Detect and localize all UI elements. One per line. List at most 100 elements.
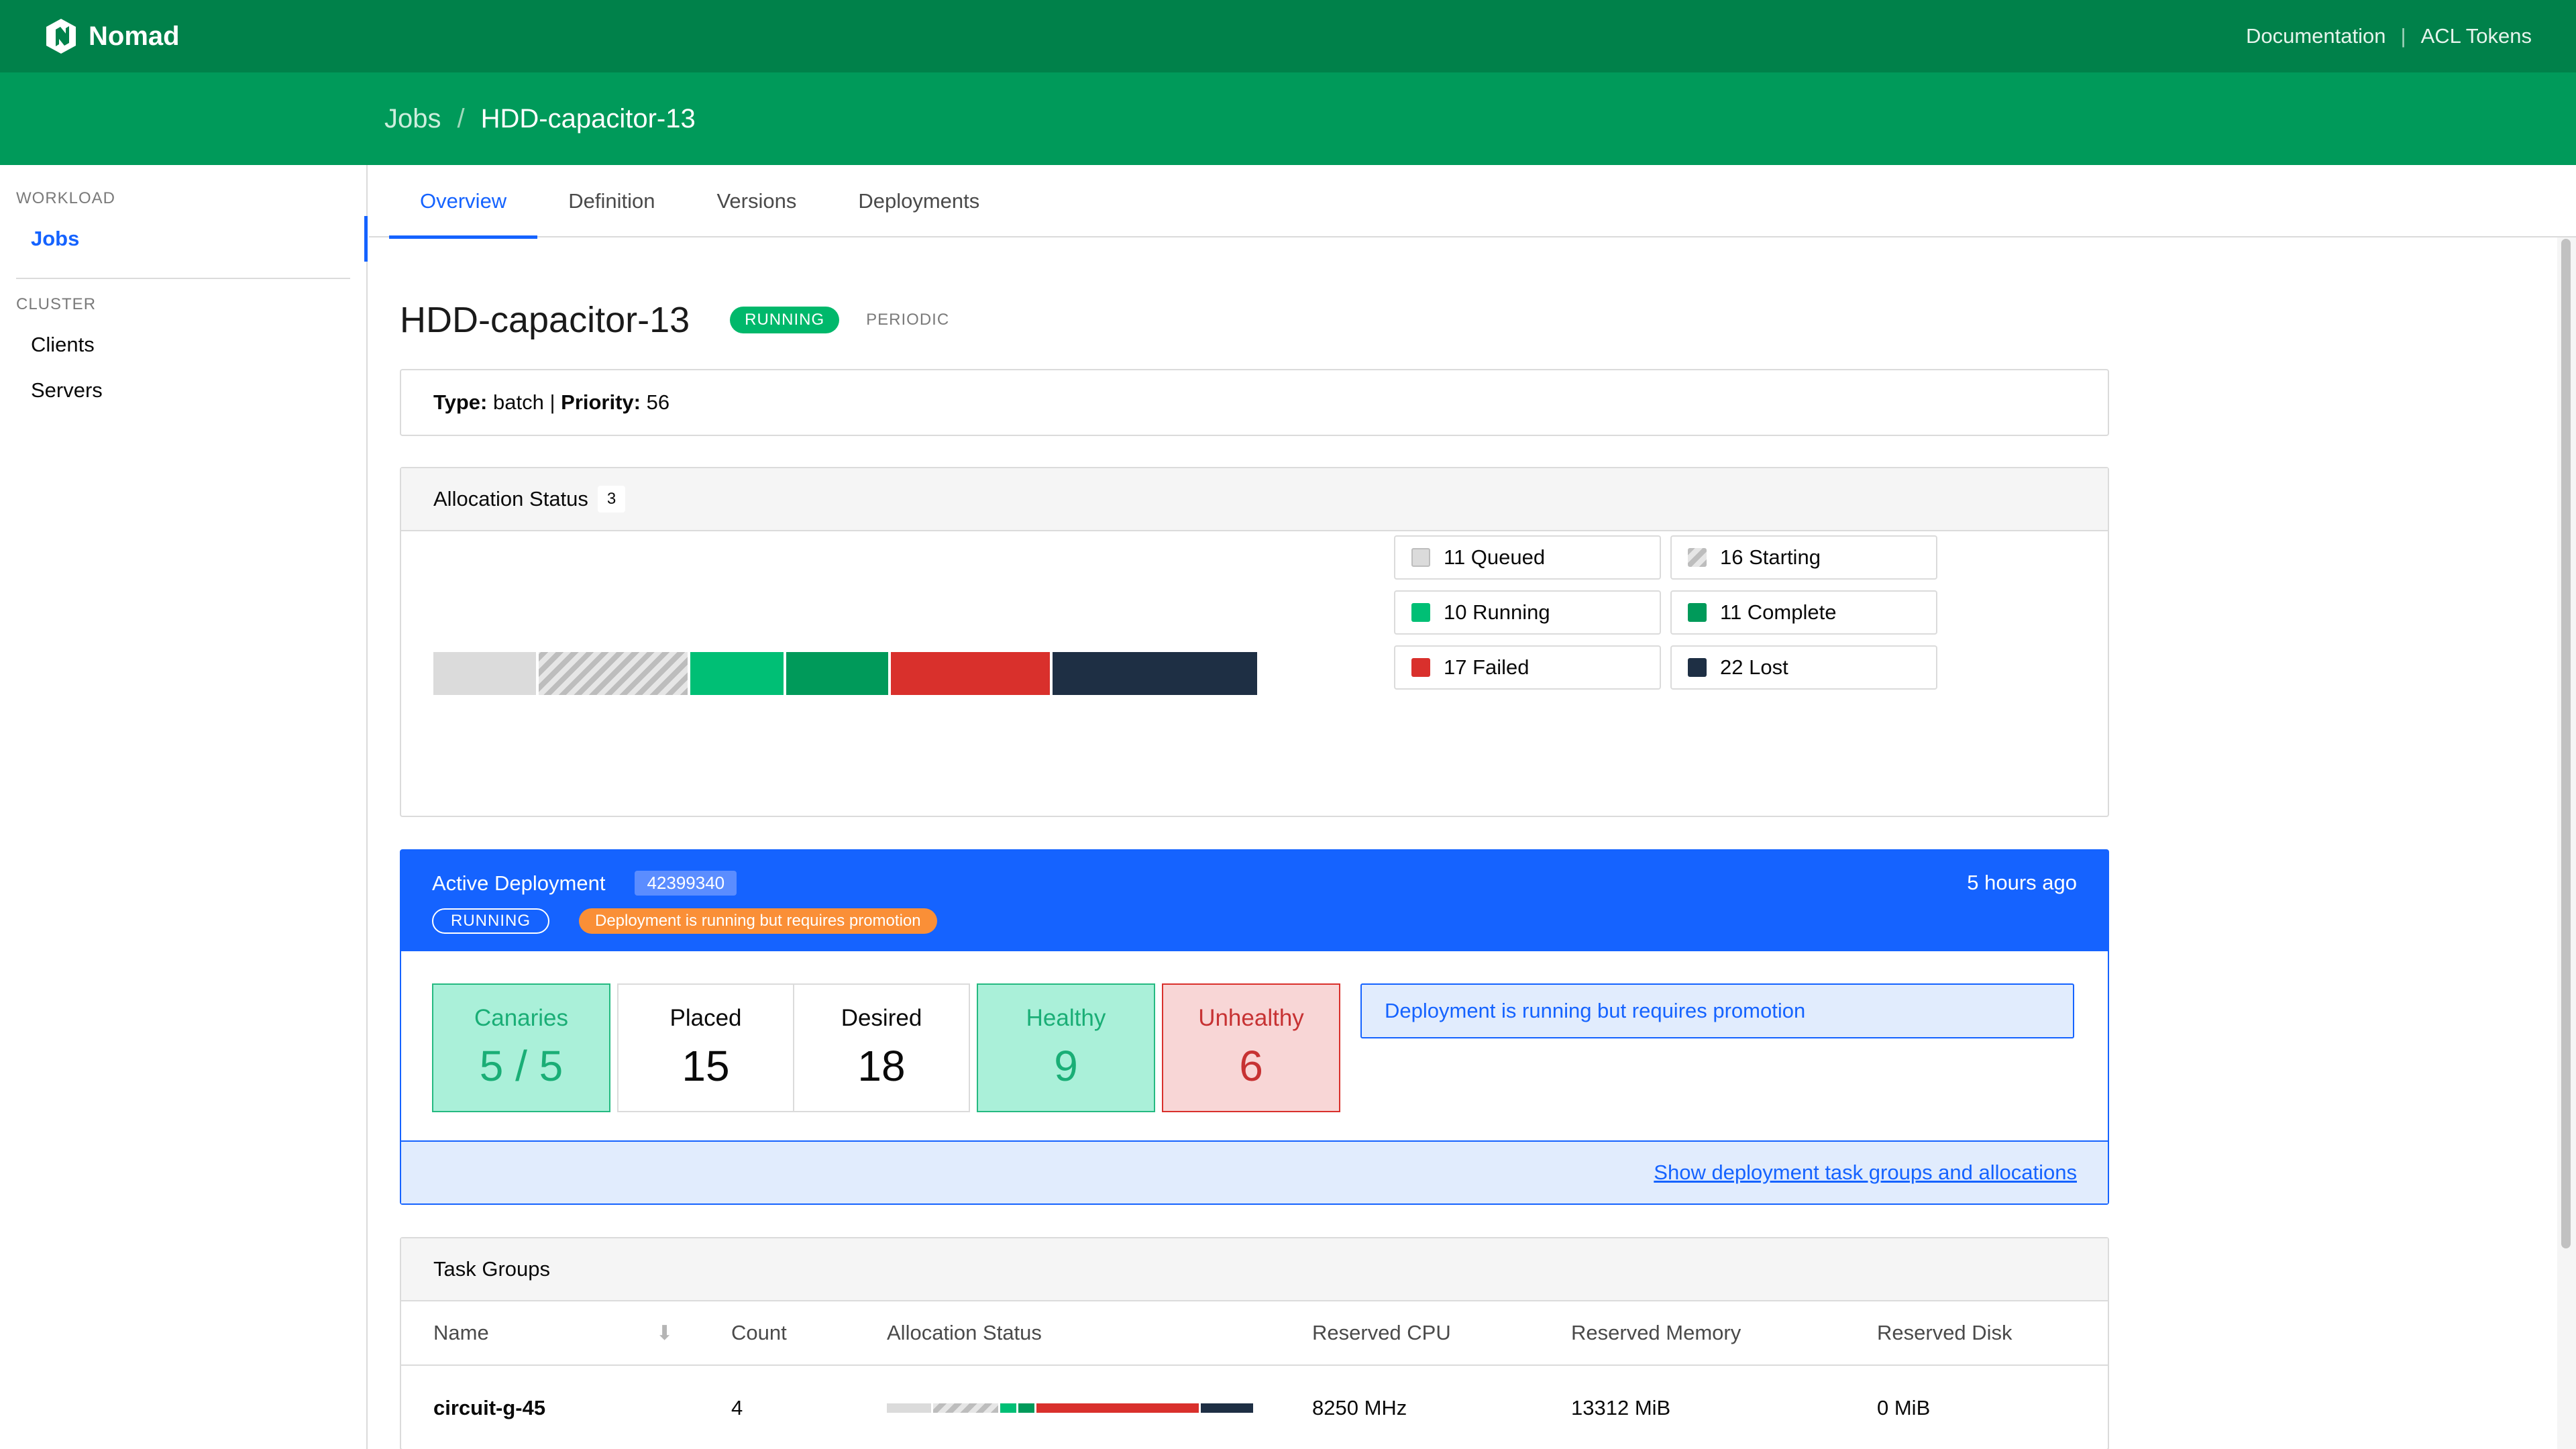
legend-queued[interactable]: 11 Queued <box>1394 535 1661 580</box>
legend-lost-label: 22 Lost <box>1720 655 1788 679</box>
column-name[interactable]: Name <box>433 1301 489 1364</box>
tab-overview[interactable]: Overview <box>389 165 538 239</box>
stat-unhealthy: Unhealthy 6 <box>1162 983 1340 1112</box>
legend-running-label: 10 Running <box>1444 600 1550 624</box>
stat-unhealthy-label: Unhealthy <box>1198 1005 1304 1031</box>
starting-swatch-icon <box>1688 548 1707 567</box>
legend-queued-label: 11 Queued <box>1444 545 1546 569</box>
column-reserved-cpu[interactable]: Reserved CPU <box>1312 1301 1451 1364</box>
allocation-status-panel: Allocation Status 3 11 Queued 16 Startin… <box>400 467 2109 817</box>
sort-arrow-down-icon[interactable]: ⬇ <box>656 1301 673 1364</box>
bar-segment-complete[interactable] <box>1018 1403 1035 1413</box>
task-group-count: 4 <box>731 1396 743 1419</box>
deployment-stats: Canaries 5 / 5 Placed 15 Desired 18 Heal… <box>432 983 1340 1112</box>
documentation-link[interactable]: Documentation <box>2246 24 2386 48</box>
task-groups-header: Task Groups <box>401 1238 2108 1301</box>
allocation-status-title: Allocation Status <box>433 487 588 511</box>
show-deployment-details-link[interactable]: Show deployment task groups and allocati… <box>1654 1161 2077 1185</box>
task-group-disk: 0 MiB <box>1877 1396 1931 1419</box>
stat-desired: Desired 18 <box>793 983 970 1112</box>
table-row[interactable]: circuit-g-45 4 8250 MHz 13312 MiB 0 MiB <box>401 1366 2108 1449</box>
bar-segment-starting[interactable] <box>933 1403 998 1413</box>
tab-definition[interactable]: Definition <box>537 165 686 237</box>
job-title-row: HDD-capacitor-13 RUNNING PERIODIC <box>400 299 949 341</box>
deployment-id-badge[interactable]: 42399340 <box>635 871 737 896</box>
active-deployment-panel: Active Deployment 42399340 5 hours ago R… <box>400 849 2109 1205</box>
deployment-title: Active Deployment <box>432 871 606 895</box>
queued-swatch-icon <box>1411 548 1430 567</box>
type-value: batch <box>493 390 544 414</box>
bar-segment-failed[interactable] <box>1036 1403 1199 1413</box>
page-title: HDD-capacitor-13 <box>400 300 690 340</box>
legend-starting-label: 16 Starting <box>1720 545 1821 569</box>
tab-versions[interactable]: Versions <box>686 165 827 237</box>
legend-running[interactable]: 10 Running <box>1394 590 1661 635</box>
acl-tokens-link[interactable]: ACL Tokens <box>2421 24 2532 48</box>
stat-healthy-value: 9 <box>1054 1042 1078 1090</box>
job-kind-label: PERIODIC <box>866 311 950 329</box>
deployment-status-badge: RUNNING <box>432 908 549 934</box>
breadcrumb-current[interactable]: HDD-capacitor-13 <box>481 104 696 134</box>
stat-canaries-value: 5 / 5 <box>479 1042 564 1090</box>
column-allocation-status[interactable]: Allocation Status <box>887 1301 1042 1364</box>
job-tabs: Overview Definition Versions Deployments <box>369 165 2576 239</box>
task-group-allocation-cell <box>887 1366 1253 1449</box>
task-group-memory: 13312 MiB <box>1571 1396 1671 1419</box>
task-groups-panel: Task Groups Name ⬇ Count Allocation Stat… <box>400 1237 2109 1449</box>
column-count[interactable]: Count <box>731 1301 787 1364</box>
stat-healthy-label: Healthy <box>1026 1005 1106 1031</box>
sidebar-section-workload: WORKLOAD <box>16 189 116 207</box>
type-label: Type: <box>433 390 488 414</box>
bar-segment-queued[interactable] <box>433 652 536 695</box>
scrollbar-thumb[interactable] <box>2561 239 2571 1248</box>
top-links: Documentation | ACL Tokens <box>2246 24 2532 48</box>
column-reserved-memory[interactable]: Reserved Memory <box>1571 1301 1741 1364</box>
legend-failed-label: 17 Failed <box>1444 655 1529 679</box>
task-group-cpu: 8250 MHz <box>1312 1396 1407 1419</box>
bar-segment-lost[interactable] <box>1052 652 1257 695</box>
task-groups-column-headers: Name ⬇ Count Allocation Status Reserved … <box>401 1301 2108 1366</box>
stat-canaries: Canaries 5 / 5 <box>432 983 610 1112</box>
stat-canaries-label: Canaries <box>474 1005 569 1031</box>
deployment-promotion-notice: Deployment is running but requires promo… <box>1360 983 2074 1038</box>
nomad-logo-icon <box>46 19 76 54</box>
bar-segment-lost[interactable] <box>1200 1403 1253 1413</box>
job-status-badge: RUNNING <box>730 307 840 333</box>
sidebar-item-servers[interactable]: Servers <box>0 368 366 413</box>
task-group-name[interactable]: circuit-g-45 <box>433 1366 545 1449</box>
sidebar-section-cluster: CLUSTER <box>16 295 97 313</box>
deployment-footer: Show deployment task groups and allocati… <box>401 1140 2108 1203</box>
column-reserved-disk[interactable]: Reserved Disk <box>1877 1301 2012 1364</box>
breadcrumb-jobs-link[interactable]: Jobs <box>384 104 441 134</box>
brand[interactable]: Nomad <box>44 17 180 55</box>
sidebar-item-clients[interactable]: Clients <box>0 322 366 368</box>
legend-complete[interactable]: 11 Complete <box>1670 590 1937 635</box>
sidebar-divider <box>16 278 350 279</box>
top-bar: Nomad Documentation | ACL Tokens <box>0 0 2576 72</box>
allocation-status-header: Allocation Status 3 <box>401 468 2108 531</box>
stat-desired-value: 18 <box>857 1042 906 1090</box>
job-meta-box: Type: batch | Priority: 56 <box>400 369 2109 436</box>
stat-placed-label: Placed <box>669 1005 742 1031</box>
bar-segment-running[interactable] <box>690 652 784 695</box>
bar-segment-complete[interactable] <box>786 652 889 695</box>
allocation-status-bar[interactable] <box>433 652 1257 695</box>
task-group-allocation-bar[interactable] <box>887 1403 1253 1413</box>
breadcrumb-separator: / <box>457 103 465 133</box>
legend-failed[interactable]: 17 Failed <box>1394 645 1661 690</box>
sidebar: WORKLOAD Jobs CLUSTER Clients Servers <box>0 165 368 1449</box>
active-deployment-header: Active Deployment 42399340 5 hours ago R… <box>401 851 2108 951</box>
allocation-legend: 11 Queued 16 Starting 10 Running 11 Comp… <box>1394 535 1937 690</box>
bar-segment-starting[interactable] <box>538 652 688 695</box>
bar-segment-failed[interactable] <box>891 652 1050 695</box>
bar-segment-running[interactable] <box>1000 1403 1017 1413</box>
legend-lost[interactable]: 22 Lost <box>1670 645 1937 690</box>
tab-deployments[interactable]: Deployments <box>827 165 1010 237</box>
deployment-tags: RUNNING Deployment is running but requir… <box>432 908 937 934</box>
bar-segment-queued[interactable] <box>887 1403 932 1413</box>
stat-placed-value: 15 <box>682 1042 730 1090</box>
legend-starting[interactable]: 16 Starting <box>1670 535 1937 580</box>
stat-placed: Placed 15 <box>617 983 794 1112</box>
running-swatch-icon <box>1411 603 1430 622</box>
sidebar-item-jobs[interactable]: Jobs <box>0 216 368 262</box>
